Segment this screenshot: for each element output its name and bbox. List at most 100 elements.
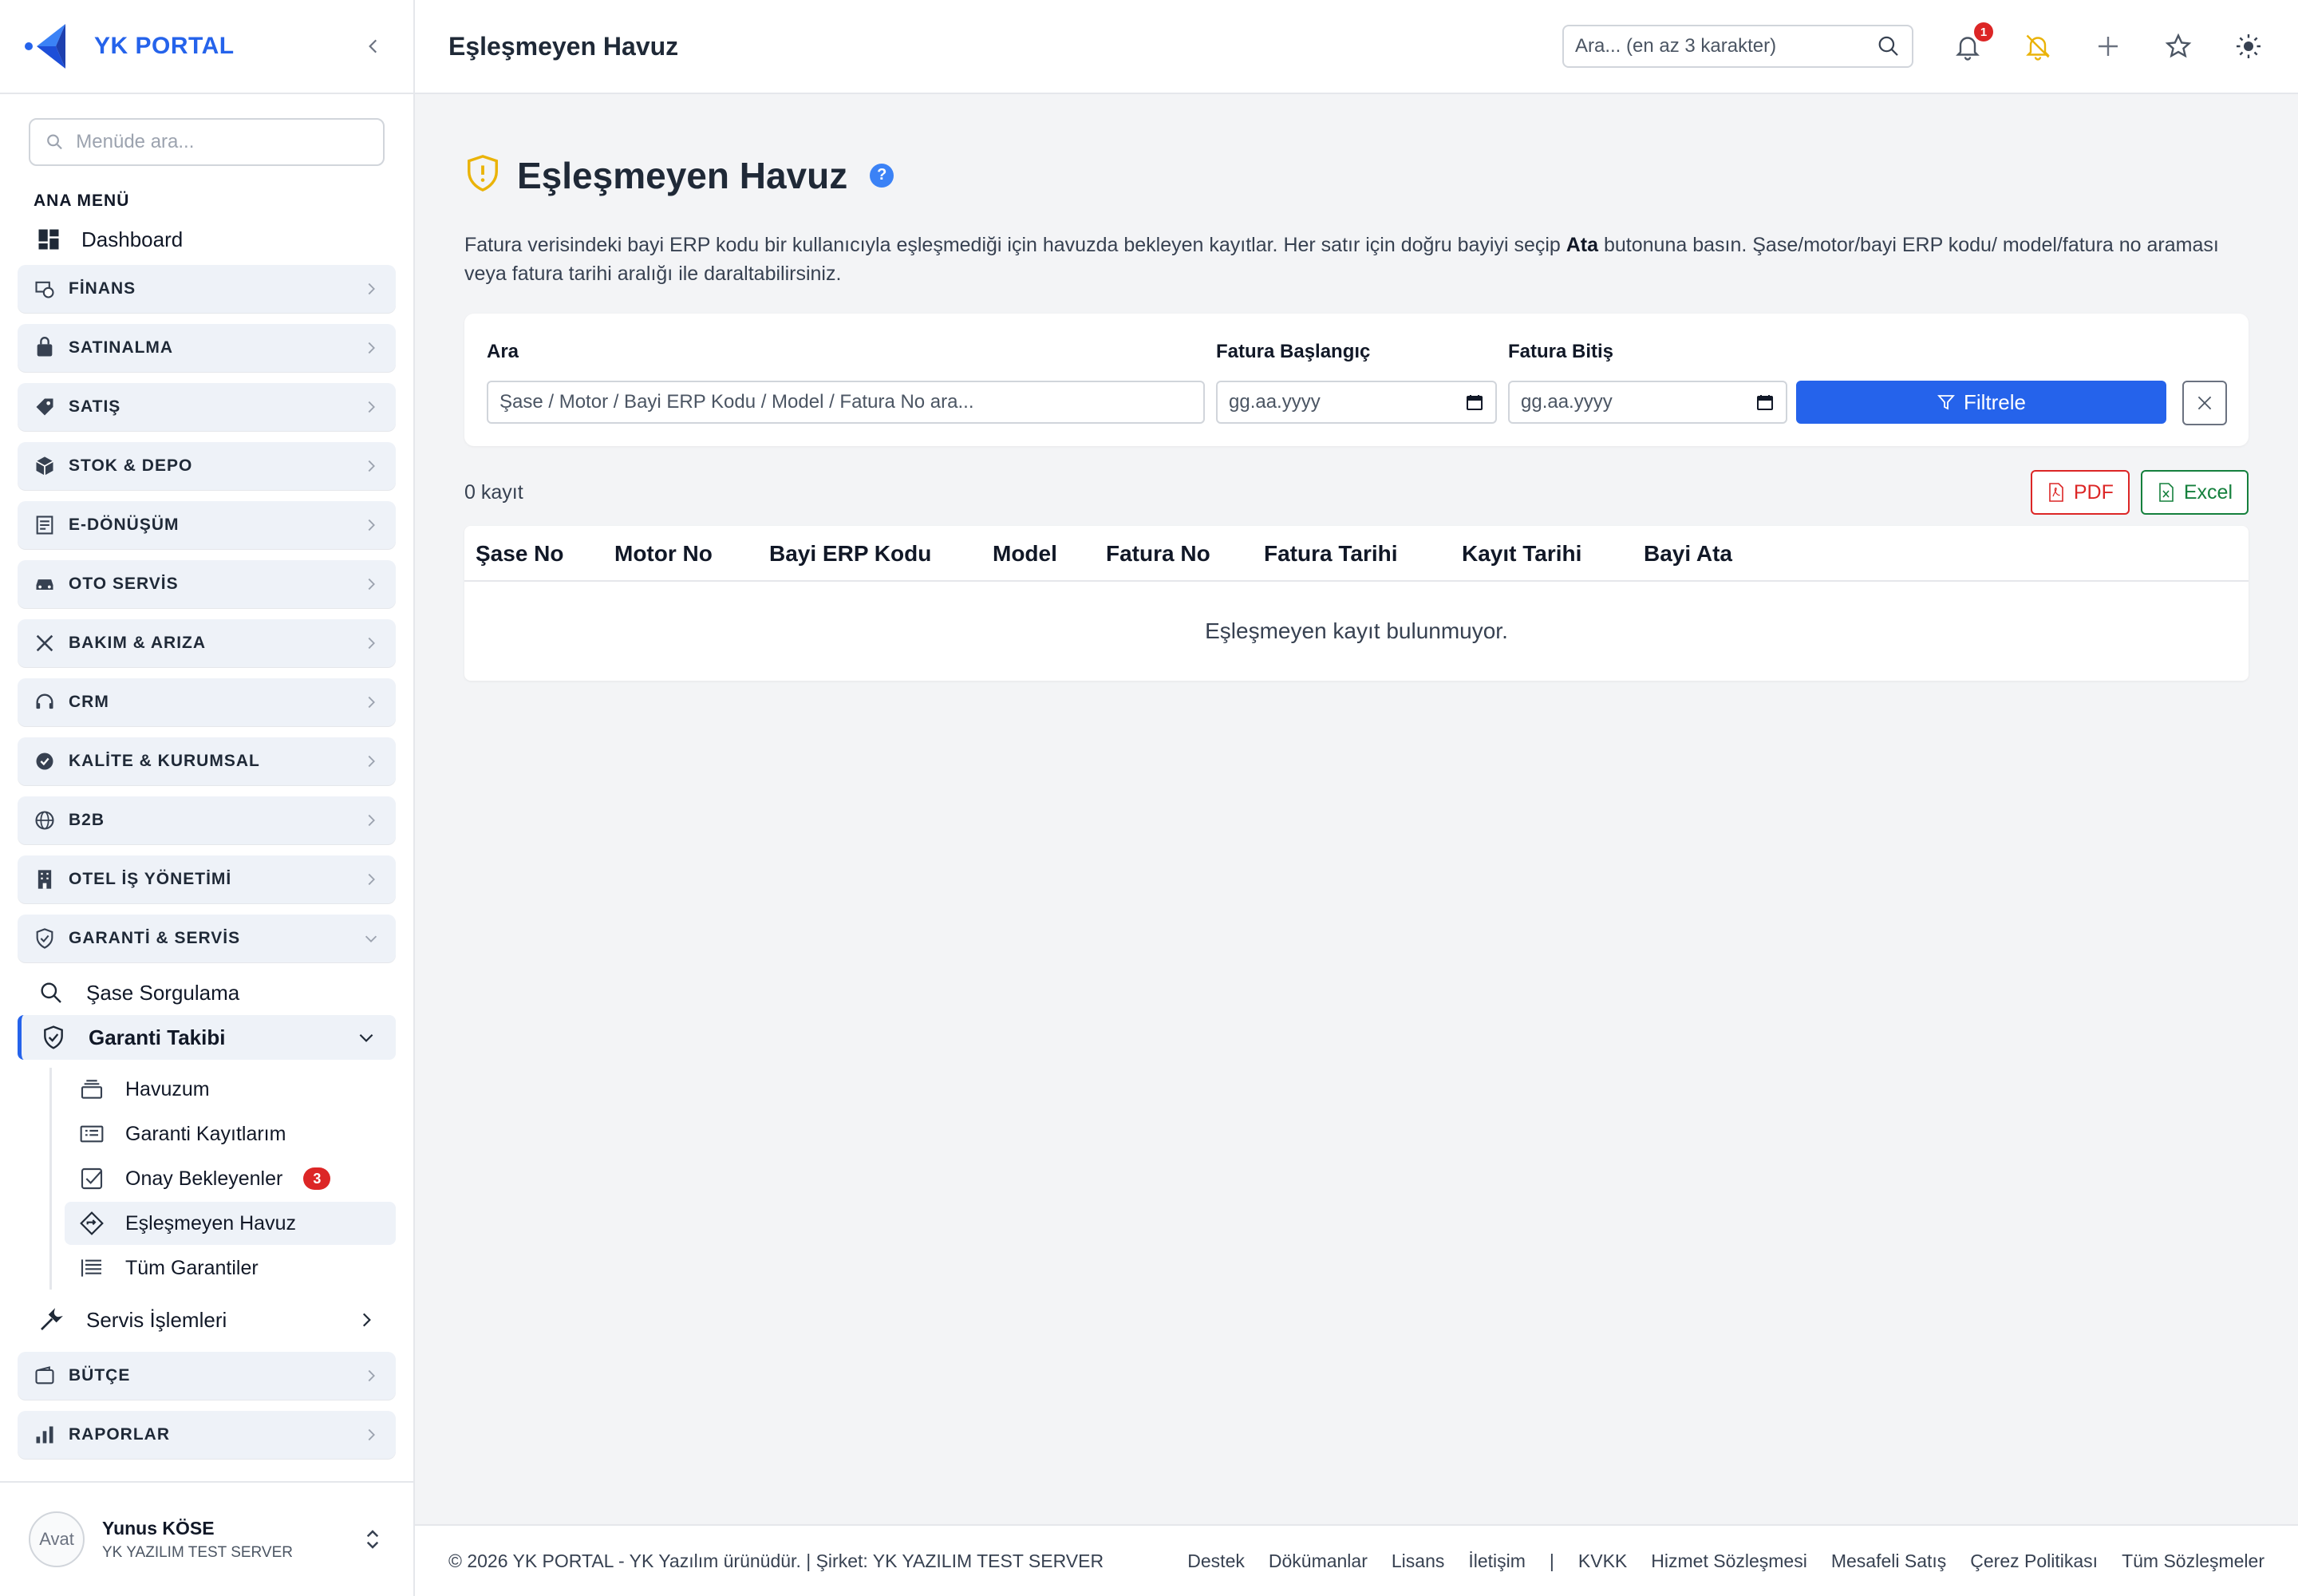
global-search-box[interactable] bbox=[1562, 25, 1913, 68]
export-pdf-button[interactable]: PDF bbox=[2030, 470, 2130, 515]
invoice-start-date-input[interactable] bbox=[1229, 391, 1465, 413]
invoice-end-date-field[interactable] bbox=[1508, 381, 1787, 424]
sidebar-group-garanti-servis[interactable]: GARANTİ & SERVİS bbox=[18, 915, 396, 962]
topbar-title: Eşleşmeyen Havuz bbox=[448, 31, 679, 61]
chevron-right-icon bbox=[368, 578, 375, 591]
footer-link-tum-sozlesmeler[interactable]: Tüm Sözleşmeler bbox=[2122, 1551, 2264, 1572]
sidebar-group-otel-is-yonetimi[interactable]: OTEL İŞ YÖNETİMİ bbox=[18, 855, 396, 903]
menu-list: FİNANS SATINALMA SATIŞ STOK & DEPO E-DÖN… bbox=[18, 265, 396, 1459]
card-list-icon bbox=[80, 1125, 104, 1143]
sidebar-group-satinalma[interactable]: SATINALMA bbox=[18, 324, 396, 372]
sidebar-item-label: Tüm Garantiler bbox=[125, 1256, 259, 1279]
theme-toggle-button[interactable] bbox=[2233, 30, 2264, 62]
help-icon[interactable]: ? bbox=[870, 163, 894, 188]
footer-link-lisans[interactable]: Lisans bbox=[1392, 1551, 1444, 1572]
user-name: Yunus KÖSE bbox=[102, 1517, 215, 1539]
chevron-up-down-icon[interactable] bbox=[361, 1527, 385, 1551]
shield-icon bbox=[36, 928, 53, 949]
column-header-model[interactable]: Model bbox=[993, 526, 1057, 582]
document-icon bbox=[36, 516, 53, 535]
sidebar-item-tum-garantiler[interactable]: Tüm Garantiler bbox=[65, 1246, 396, 1290]
invoice-end-date-input[interactable] bbox=[1521, 391, 1755, 413]
sidebar-group-raporlar[interactable]: RAPORLAR bbox=[18, 1411, 396, 1459]
sidebar-group-kalite-kurumsal[interactable]: KALİTE & KURUMSAL bbox=[18, 737, 396, 785]
column-header-motor-no[interactable]: Motor No bbox=[614, 526, 713, 582]
sidebar-item-dashboard[interactable]: Dashboard bbox=[37, 222, 413, 257]
record-search-box[interactable] bbox=[487, 381, 1205, 424]
app-name: YK PORTAL bbox=[94, 33, 235, 59]
footer: © 2026 YK PORTAL - YK Yazılım ürünüdür. … bbox=[415, 1524, 2298, 1596]
pending-count-badge: 3 bbox=[303, 1167, 331, 1190]
logo-icon bbox=[25, 24, 65, 69]
sidebar-group-label: BÜTÇE bbox=[69, 1366, 131, 1385]
wallet-icon bbox=[35, 1366, 54, 1385]
sidebar-group-stok-depo[interactable]: STOK & DEPO bbox=[18, 442, 396, 490]
sidebar-item-label: Servis İşlemleri bbox=[86, 1307, 227, 1332]
excel-button-label: Excel bbox=[2183, 480, 2233, 504]
avatar: Avat bbox=[29, 1511, 85, 1567]
sidebar-group-oto-servis[interactable]: OTO SERVİS bbox=[18, 560, 396, 608]
footer-link-mesafeli-satis[interactable]: Mesafeli Satış bbox=[1831, 1551, 1946, 1572]
sidebar-item-onay-bekleyenler[interactable]: Onay Bekleyenler 3 bbox=[65, 1157, 396, 1200]
notifications-button[interactable]: 1 bbox=[1952, 22, 1993, 62]
sidebar-group-e-donusum[interactable]: E-DÖNÜŞÜM bbox=[18, 501, 396, 549]
footer-link-iletisim[interactable]: İletişim bbox=[1468, 1551, 1526, 1572]
column-header-fatura-no[interactable]: Fatura No bbox=[1106, 526, 1210, 582]
sidebar-group-label: RAPORLAR bbox=[69, 1425, 170, 1444]
sidebar-group-label: E-DÖNÜŞÜM bbox=[69, 516, 180, 534]
sidebar-group-butce[interactable]: BÜTÇE bbox=[18, 1352, 396, 1400]
sidebar-item-label: Dashboard bbox=[81, 227, 184, 251]
menu-search-input[interactable] bbox=[76, 131, 369, 153]
column-header-sase-no[interactable]: Şase No bbox=[476, 526, 564, 582]
sidebar-item-garanti-takibi[interactable]: Garanti Takibi bbox=[18, 1015, 396, 1060]
sidebar-item-servis-islemleri[interactable]: Servis İşlemleri bbox=[18, 1298, 396, 1342]
invoice-start-date-field[interactable] bbox=[1216, 381, 1497, 424]
footer-link-destek[interactable]: Destek bbox=[1187, 1551, 1245, 1572]
chevron-right-icon bbox=[368, 342, 375, 354]
chevron-right-icon bbox=[368, 637, 375, 650]
sidebar-item-label: Garanti Kayıtlarım bbox=[125, 1122, 286, 1145]
calendar-icon[interactable] bbox=[1465, 392, 1484, 413]
footer-link-cerez-politikasi[interactable]: Çerez Politikası bbox=[1970, 1551, 2098, 1572]
sidebar-group-finans[interactable]: FİNANS bbox=[18, 265, 396, 313]
add-button[interactable] bbox=[2092, 30, 2124, 62]
app-logo[interactable]: YK PORTAL bbox=[24, 21, 235, 72]
record-search-input[interactable] bbox=[499, 391, 1192, 413]
column-header-kayit-tarihi[interactable]: Kayıt Tarihi bbox=[1462, 526, 1581, 582]
sidebar-group-label: CRM bbox=[69, 693, 109, 711]
column-header-fatura-tarihi[interactable]: Fatura Tarihi bbox=[1264, 526, 1398, 582]
footer-link-kvkk[interactable]: KVKK bbox=[1578, 1551, 1627, 1572]
sidebar: YK PORTAL ANA MENÜ Dashboard FİNANS SATI… bbox=[0, 0, 415, 1596]
record-count: 0 kayıt bbox=[464, 480, 523, 504]
filter-button[interactable]: Filtrele bbox=[1796, 381, 2166, 424]
user-profile[interactable]: Avat Yunus KÖSE YK YAZILIM TEST SERVER bbox=[0, 1481, 413, 1596]
sidebar-item-havuzum[interactable]: Havuzum bbox=[65, 1068, 396, 1111]
clear-filter-button[interactable] bbox=[2182, 381, 2227, 425]
sidebar-group-label: SATIŞ bbox=[69, 397, 121, 416]
sidebar-item-label: Havuzum bbox=[125, 1077, 210, 1100]
tag-icon bbox=[36, 398, 53, 416]
file-excel-icon bbox=[2159, 483, 2174, 502]
sidebar-item-label: Eşleşmeyen Havuz bbox=[125, 1211, 296, 1235]
menu-search-box[interactable] bbox=[29, 118, 385, 166]
sidebar-collapse-button[interactable] bbox=[357, 30, 389, 62]
export-excel-button[interactable]: Excel bbox=[2140, 470, 2249, 515]
column-header-bayi-erp-kodu[interactable]: Bayi ERP Kodu bbox=[769, 526, 931, 582]
sidebar-group-crm[interactable]: CRM bbox=[18, 678, 396, 726]
footer-link-hizmet-sozlesmesi[interactable]: Hizmet Sözleşmesi bbox=[1651, 1551, 1807, 1572]
mute-notifications-button[interactable] bbox=[2022, 30, 2054, 62]
sidebar-item-sase-sorgulama[interactable]: Şase Sorgulama bbox=[18, 970, 396, 1015]
description-text: Fatura verisindeki bayi ERP kodu bir kul… bbox=[464, 234, 1566, 256]
favorites-button[interactable] bbox=[2162, 30, 2194, 62]
sidebar-group-b2b[interactable]: B2B bbox=[18, 796, 396, 844]
sidebar-group-bakim-ariza[interactable]: BAKIM & ARIZA bbox=[18, 619, 396, 667]
global-search-input[interactable] bbox=[1575, 35, 1877, 57]
sidebar-group-satis[interactable]: SATIŞ bbox=[18, 383, 396, 431]
chevron-right-icon bbox=[368, 814, 375, 827]
search-icon[interactable] bbox=[1877, 34, 1901, 59]
unmatched-records-table: Şase No Motor No Bayi ERP Kodu Model Fat… bbox=[464, 526, 2249, 681]
sidebar-item-eslesmeyen-havuz[interactable]: Eşleşmeyen Havuz bbox=[65, 1202, 396, 1245]
calendar-icon[interactable] bbox=[1755, 392, 1775, 413]
sidebar-item-garanti-kayitlarim[interactable]: Garanti Kayıtlarım bbox=[65, 1112, 396, 1156]
footer-link-dokumanlar[interactable]: Dökümanlar bbox=[1269, 1551, 1368, 1572]
